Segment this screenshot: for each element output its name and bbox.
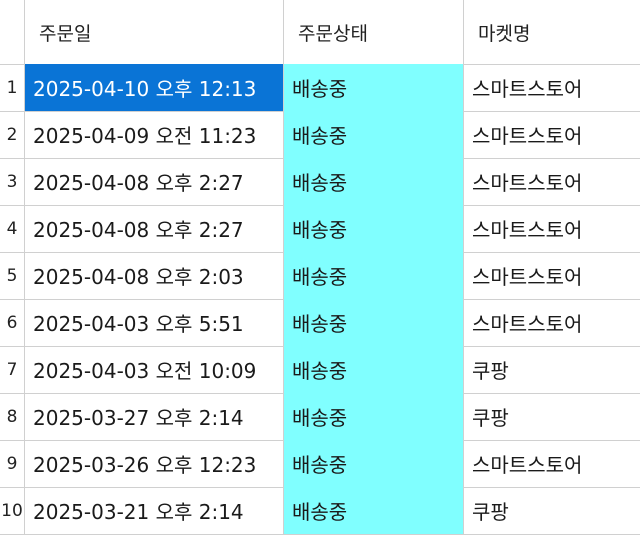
grid-header: 주문일 주문상태 마켓명 — [0, 0, 640, 65]
order-status-cell[interactable]: 배송중 — [284, 346, 464, 393]
header-row-index-corner[interactable] — [0, 0, 25, 64]
order-status-cell[interactable]: 배송중 — [284, 205, 464, 252]
row-index-cell[interactable]: 9 — [0, 440, 25, 487]
order-date-cell[interactable]: 2025-04-08 오후 2:03 — [25, 252, 284, 299]
market-name-cell[interactable]: 스마트스토어 — [464, 205, 640, 252]
order-date-cell[interactable]: 2025-04-08 오후 2:27 — [25, 158, 284, 205]
row-index-cell[interactable]: 2 — [0, 111, 25, 158]
row-index-cell[interactable]: 8 — [0, 393, 25, 440]
order-date-cell[interactable]: 2025-03-21 오후 2:14 — [25, 487, 284, 534]
order-status-cell[interactable]: 배송중 — [284, 299, 464, 346]
table-row[interactable]: 8 2025-03-27 오후 2:14 배송중 쿠팡 — [0, 393, 640, 441]
order-date-cell[interactable]: 2025-04-10 오후 12:13 — [25, 64, 284, 111]
row-index-cell[interactable]: 5 — [0, 252, 25, 299]
order-date-cell[interactable]: 2025-04-03 오전 10:09 — [25, 346, 284, 393]
table-row[interactable]: 5 2025-04-08 오후 2:03 배송중 스마트스토어 — [0, 252, 640, 300]
table-row[interactable]: 6 2025-04-03 오후 5:51 배송중 스마트스토어 — [0, 299, 640, 347]
market-name-cell[interactable]: 쿠팡 — [464, 487, 640, 534]
table-row[interactable]: 9 2025-03-26 오후 12:23 배송중 스마트스토어 — [0, 440, 640, 488]
market-name-cell[interactable]: 쿠팡 — [464, 393, 640, 440]
order-status-cell[interactable]: 배송중 — [284, 487, 464, 534]
order-date-cell[interactable]: 2025-03-27 오후 2:14 — [25, 393, 284, 440]
order-status-cell[interactable]: 배송중 — [284, 393, 464, 440]
market-name-cell[interactable]: 스마트스토어 — [464, 440, 640, 487]
order-status-cell[interactable]: 배송중 — [284, 64, 464, 111]
header-order-status[interactable]: 주문상태 — [284, 0, 464, 64]
row-index-cell[interactable]: 10 — [0, 487, 25, 534]
order-status-cell[interactable]: 배송중 — [284, 158, 464, 205]
market-name-cell[interactable]: 스마트스토어 — [464, 158, 640, 205]
order-status-cell[interactable]: 배송중 — [284, 440, 464, 487]
header-order-date[interactable]: 주문일 — [25, 0, 284, 64]
table-row[interactable]: 2 2025-04-09 오전 11:23 배송중 스마트스토어 — [0, 111, 640, 159]
table-row[interactable]: 10 2025-03-21 오후 2:14 배송중 쿠팡 — [0, 487, 640, 535]
row-index-cell[interactable]: 7 — [0, 346, 25, 393]
table-row[interactable]: 7 2025-04-03 오전 10:09 배송중 쿠팡 — [0, 346, 640, 394]
order-status-cell[interactable]: 배송중 — [284, 111, 464, 158]
table-row[interactable]: 3 2025-04-08 오후 2:27 배송중 스마트스토어 — [0, 158, 640, 206]
order-date-cell[interactable]: 2025-04-09 오전 11:23 — [25, 111, 284, 158]
table-row[interactable]: 4 2025-04-08 오후 2:27 배송중 스마트스토어 — [0, 205, 640, 253]
market-name-cell[interactable]: 스마트스토어 — [464, 252, 640, 299]
row-index-cell[interactable]: 3 — [0, 158, 25, 205]
row-index-cell[interactable]: 1 — [0, 64, 25, 111]
market-name-cell[interactable]: 스마트스토어 — [464, 64, 640, 111]
header-market-name[interactable]: 마켓명 — [464, 0, 640, 64]
order-date-cell[interactable]: 2025-04-08 오후 2:27 — [25, 205, 284, 252]
order-date-cell[interactable]: 2025-03-26 오후 12:23 — [25, 440, 284, 487]
order-status-cell[interactable]: 배송중 — [284, 252, 464, 299]
market-name-cell[interactable]: 스마트스토어 — [464, 299, 640, 346]
row-index-cell[interactable]: 4 — [0, 205, 25, 252]
row-index-cell[interactable]: 6 — [0, 299, 25, 346]
market-name-cell[interactable]: 쿠팡 — [464, 346, 640, 393]
market-name-cell[interactable]: 스마트스토어 — [464, 111, 640, 158]
order-date-cell[interactable]: 2025-04-03 오후 5:51 — [25, 299, 284, 346]
order-grid[interactable]: 주문일 주문상태 마켓명 1 2025-04-10 오후 12:13 배송중 스마트스… — [0, 0, 640, 535]
table-row[interactable]: 1 2025-04-10 오후 12:13 배송중 스마트스토어 — [0, 64, 640, 112]
